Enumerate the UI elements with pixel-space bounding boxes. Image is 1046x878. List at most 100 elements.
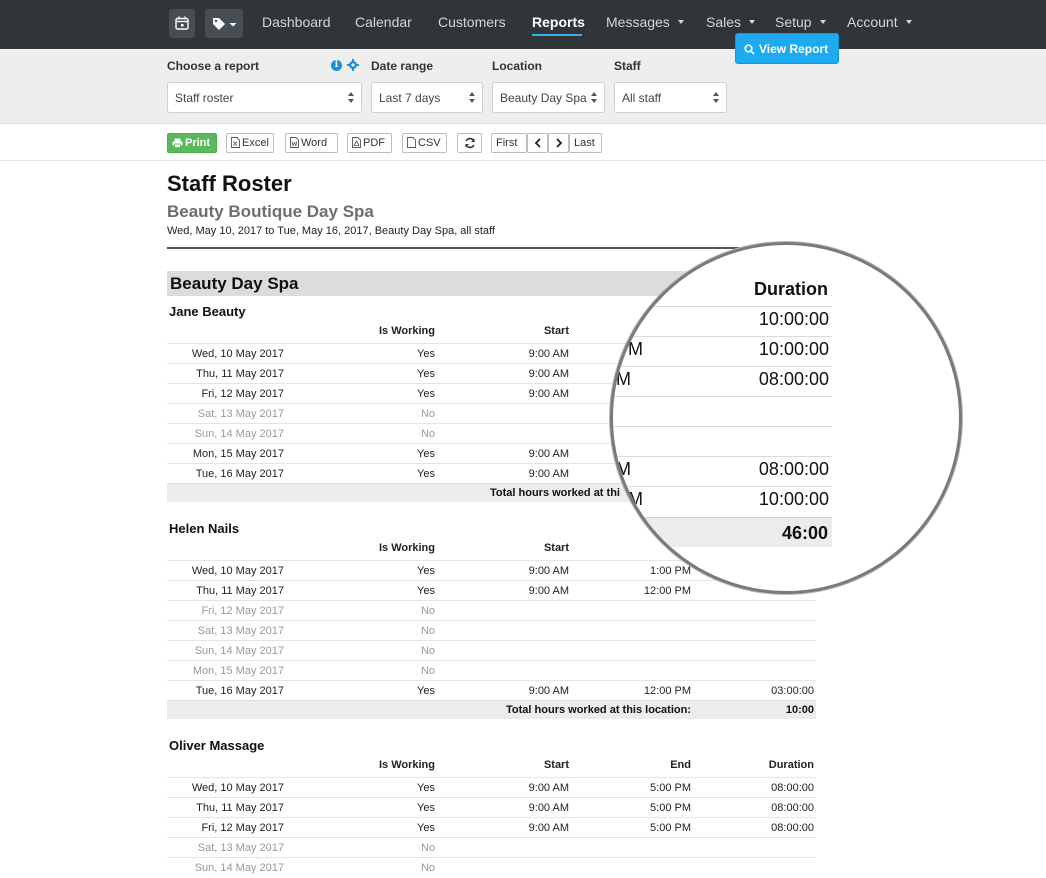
- row-end-time: 12:00 PM: [643, 685, 691, 697]
- magnified-row-divider: [613, 336, 832, 337]
- nav-reports[interactable]: Reports: [532, 14, 585, 30]
- chevron-down-icon: [905, 20, 912, 24]
- print-button[interactable]: Print: [167, 133, 217, 153]
- row-date: Tue, 16 May 2017: [195, 685, 284, 697]
- row-start-time: 9:00 AM: [528, 585, 569, 597]
- nav-dashboard[interactable]: Dashboard: [262, 14, 331, 30]
- table-row: Tue, 16 May 2017 Yes 9:00 AM 12:00 PM 03:00:…: [167, 680, 816, 700]
- magnified-row-divider: [613, 486, 832, 487]
- report-title: Staff Roster: [167, 171, 292, 196]
- row-date: Thu, 11 May 2017: [196, 802, 284, 814]
- previous-page-button[interactable]: [527, 133, 548, 153]
- row-date: Mon, 15 May 2017: [192, 665, 284, 677]
- chevron-down-icon: [749, 20, 756, 24]
- table-row: Fri, 12 May 2017 Yes 9:00 AM 5:00 PM 08:00:0…: [167, 817, 816, 837]
- select-arrows-icon: [713, 92, 720, 104]
- staff-label: Staff: [614, 59, 641, 73]
- magnified-duration-value: 10:00:00: [758, 339, 829, 359]
- magnified-duration-value: 08:00:00: [758, 459, 829, 479]
- info-icon[interactable]: i: [331, 60, 342, 71]
- chevron-down-icon: [819, 20, 826, 24]
- file-icon: [407, 137, 416, 148]
- view-report-button[interactable]: View Report: [735, 33, 839, 64]
- pdf-file-icon: [352, 137, 361, 148]
- nav-calendar[interactable]: Calendar: [355, 14, 412, 30]
- nav-messages[interactable]: Messages: [606, 14, 684, 30]
- magnifier-content: Duration M 10:00:00 PM 10:00:00 M 08:00:00 M 08…: [613, 245, 959, 591]
- nav-sales[interactable]: Sales: [706, 14, 756, 30]
- row-date: Fri, 12 May 2017: [201, 605, 284, 617]
- gear-icon[interactable]: [347, 59, 359, 71]
- row-date: Mon, 15 May 2017: [192, 448, 284, 460]
- first-label: First: [496, 137, 518, 149]
- pdf-export-button[interactable]: PDF: [347, 133, 392, 153]
- magnified-end-fragment: PM: [616, 489, 643, 509]
- date-range-select[interactable]: Last 7 days: [371, 82, 483, 113]
- table-row: Fri, 12 May 2017 No: [167, 600, 816, 620]
- first-page-button[interactable]: First: [491, 133, 527, 153]
- row-duration: 08:00:00: [771, 822, 814, 834]
- word-export-button[interactable]: Word: [285, 133, 338, 153]
- row-start-time: 9:00 AM: [528, 388, 569, 400]
- row-date: Sat, 13 May 2017: [197, 625, 284, 637]
- print-label: Print: [185, 137, 211, 149]
- row-is-working: Yes: [417, 468, 435, 480]
- total-hours-label: Total hours worked at this location:: [506, 704, 691, 716]
- csv-export-button[interactable]: CSV: [402, 133, 447, 153]
- row-is-working: No: [420, 862, 435, 874]
- date-range-value: Last 7 days: [379, 91, 441, 105]
- row-date: Sun, 14 May 2017: [194, 862, 284, 874]
- active-nav-indicator: [532, 34, 582, 36]
- refresh-icon: [465, 137, 475, 149]
- row-duration: 08:00:00: [771, 782, 814, 794]
- calendar-icon: [175, 16, 189, 30]
- location-select[interactable]: Beauty Day Spa: [492, 82, 605, 113]
- chevron-right-icon: [556, 138, 563, 148]
- row-is-working: Yes: [417, 822, 435, 834]
- row-is-working: Yes: [417, 368, 435, 380]
- view-report-label: View Report: [759, 42, 829, 56]
- row-is-working: Yes: [417, 802, 435, 814]
- row-date: Thu, 11 May 2017: [196, 585, 284, 597]
- word-file-icon: [290, 137, 299, 148]
- staff-select[interactable]: All staff: [614, 82, 727, 113]
- report-select[interactable]: Staff roster: [167, 82, 362, 113]
- row-start-time: 9:00 AM: [528, 685, 569, 697]
- magnified-row-divider: [613, 456, 832, 457]
- magnified-end-fragment: M: [616, 459, 631, 479]
- search-icon: [744, 44, 755, 55]
- magnified-end-fragment: M: [616, 309, 631, 329]
- chevron-left-icon: [534, 138, 541, 148]
- staff-name: Helen Nails: [169, 521, 240, 536]
- word-label: Word: [301, 137, 328, 149]
- nav-setup[interactable]: Setup: [775, 14, 826, 30]
- report-select-value: Staff roster: [175, 91, 234, 105]
- date-range-label: Date range: [371, 59, 434, 73]
- nav-messages-label: Messages: [606, 14, 670, 30]
- nav-account-label: Account: [847, 14, 898, 30]
- nav-customers[interactable]: Customers: [438, 14, 506, 30]
- row-date: Thu, 11 May 2017: [196, 368, 284, 380]
- row-is-working: No: [420, 605, 435, 617]
- magnified-total-value: 46:00: [781, 523, 828, 543]
- magnified-row-divider: [613, 396, 832, 397]
- nav-sales-label: Sales: [706, 14, 742, 30]
- excel-export-button[interactable]: Excel: [226, 133, 274, 153]
- table-row: Sun, 14 May 2017 No: [167, 857, 816, 877]
- excel-file-icon: [231, 137, 240, 148]
- table-row: Sat, 13 May 2017 No: [167, 837, 816, 857]
- refresh-button[interactable]: [457, 133, 482, 153]
- row-date: Fri, 12 May 2017: [201, 822, 284, 834]
- row-date: Sun, 14 May 2017: [194, 428, 284, 440]
- table-row: Sun, 14 May 2017 No: [167, 640, 816, 660]
- report-range: Wed, May 10, 2017 to Tue, May 16, 2017, …: [167, 225, 495, 237]
- nav-account[interactable]: Account: [847, 14, 912, 30]
- tag-menu-button[interactable]: [205, 9, 243, 38]
- next-page-button[interactable]: [548, 133, 569, 153]
- last-page-button[interactable]: Last: [569, 133, 602, 153]
- row-duration: 08:00:00: [771, 802, 814, 814]
- calendar-button[interactable]: [169, 9, 195, 38]
- chevron-down-icon: [677, 20, 684, 24]
- staff-name: Oliver Massage: [169, 738, 265, 753]
- select-arrows-icon: [348, 92, 355, 104]
